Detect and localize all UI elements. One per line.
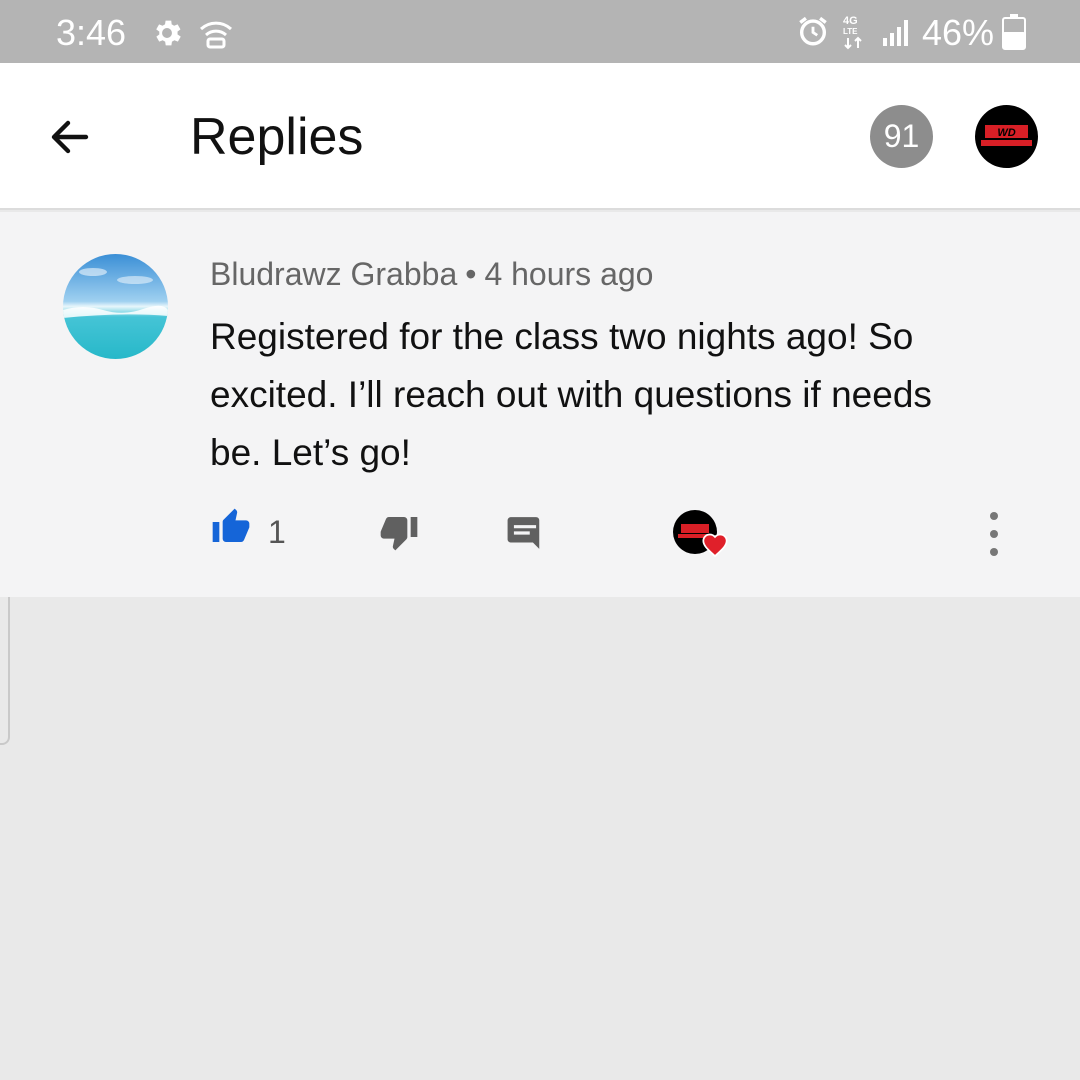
thumbs-up-icon — [212, 508, 250, 542]
comment-time: 4 hours ago — [484, 256, 654, 292]
commenter-avatar[interactable] — [63, 254, 168, 359]
account-avatar[interactable]: WD — [975, 105, 1038, 168]
svg-text:LTE: LTE — [843, 27, 858, 36]
comment-thread: Bludrawz Grabba • 4 hours ago Registered f… — [0, 212, 1080, 597]
more-options-button[interactable] — [982, 512, 1006, 556]
comment-bubble-icon — [507, 517, 540, 549]
status-time: 3:46 — [56, 12, 127, 53]
alarm-icon — [796, 14, 830, 53]
battery-percent: 46% — [922, 12, 995, 53]
back-button[interactable] — [40, 107, 100, 167]
ocean-avatar-image — [63, 254, 168, 359]
dislike-button[interactable] — [378, 512, 420, 557]
signal-icon — [882, 18, 912, 53]
comment-meta: Bludrawz Grabba • 4 hours ago — [210, 256, 653, 293]
notification-count-badge[interactable]: 91 — [870, 105, 933, 168]
comment-text: Registered for the class two nights ago!… — [210, 316, 932, 473]
more-vert-icon-dot — [990, 512, 998, 520]
4g-lte-icon: 4G LTE — [840, 12, 866, 57]
more-vert-icon-dot — [990, 548, 998, 556]
heart-icon — [701, 532, 729, 563]
meta-separator: • — [465, 256, 477, 292]
creator-heart-badge[interactable] — [673, 510, 733, 562]
gear-icon — [150, 16, 184, 55]
account-logo: WD — [981, 125, 1032, 146]
thumbs-down-icon — [380, 517, 418, 551]
wifi-icon — [198, 17, 234, 54]
account-logo-text: WD — [997, 127, 1015, 139]
battery-icon — [1002, 14, 1026, 55]
app-header: Replies 91 WD — [0, 63, 1080, 210]
comment-author[interactable]: Bludrawz Grabba — [210, 256, 457, 292]
more-vert-icon-dot — [990, 530, 998, 538]
status-bar: 3:46 4G LTE 46% — [0, 0, 1080, 63]
reply-button[interactable] — [506, 514, 544, 557]
arrow-left-icon — [51, 120, 89, 154]
like-count: 1 — [268, 514, 286, 550]
page-title: Replies — [190, 108, 364, 166]
like-button[interactable] — [210, 507, 252, 552]
svg-text:4G: 4G — [843, 15, 858, 27]
